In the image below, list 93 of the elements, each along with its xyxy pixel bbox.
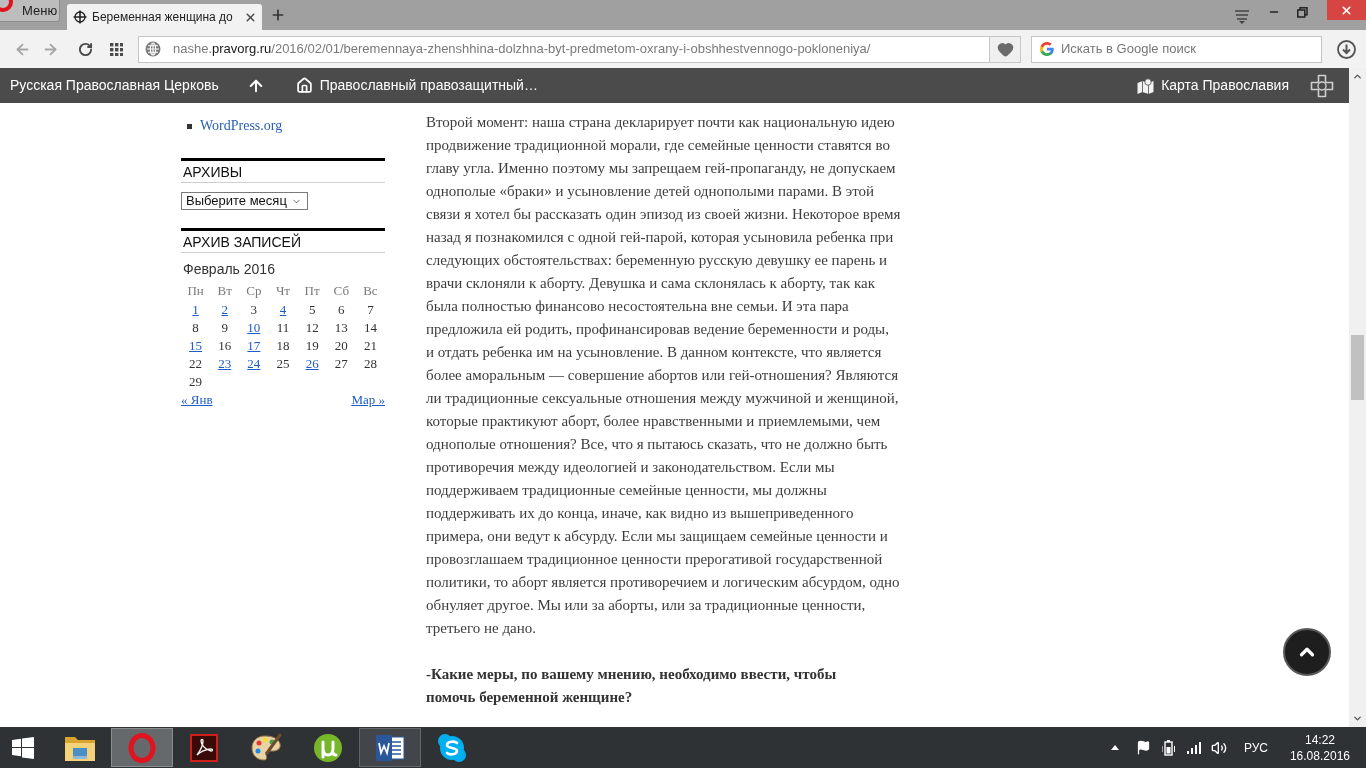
download-button[interactable] xyxy=(1336,39,1356,59)
grid-icon xyxy=(109,42,123,56)
calendar-day-link[interactable]: 24 xyxy=(247,357,261,371)
calendar-day: 18 xyxy=(276,339,290,353)
calendar-day: 3 xyxy=(250,303,258,317)
palette-icon xyxy=(250,732,282,763)
calendar-day: 29 xyxy=(189,375,203,389)
calendar-day: 7 xyxy=(367,303,374,317)
calendar-day-link[interactable]: 26 xyxy=(305,357,319,371)
taskbar-app-button[interactable] xyxy=(359,728,421,767)
calendar-day: 25 xyxy=(276,357,290,371)
weekday-label: Вт xyxy=(217,284,232,298)
menu-button[interactable]: Меню xyxy=(0,0,60,22)
calendar-day-link[interactable]: 1 xyxy=(192,303,199,317)
widget-title: АРХИВ ЗАПИСЕЙ xyxy=(183,233,301,250)
article-paragraph: Второй момент: наша страна декларирует почти как национальную идею продвижение традиционной морали, где семейные ценности ставятся во главу угла. Именно поэтому мы запрещаем гей-пропаганду, не допускаем однополые «браки» и усыновление детей однополыми парами. В этой связи я хотел бы рассказать один эпизод из своей жизни. Некоторое время назад я познакомился с одной гей-парой, которая усыновила ребенка при следующих обстоятельствах: беременную русскую девушку ее парень и врачи склоняли к аборту. Девушка и сама склонялась к аборту, так как была полностью финансово несостоятельна вне семьи. И эта пара предложила ей родить, профинансировав ведение беременности и роды, и отдать ребенка им на усыновление. В данном контексте, что является более аморальным — совершение абортов или гей-отношения? Являются ли традиционные сексуальные отношения между мужчиной и женщиной, которые практикуют аборт, более нравственными и приемлемыми, чем однополые отношения? Все, что я пытаюсь сказать, что не должно быть противоречия между идеологией и законодательством. Если мы поддерживаем традиционные семейные ценности, мы должны поддерживать их до конца, иначе, как видно из вышеприведенного примера, они ведут к абсурду. Если мы защищаем семейные ценности и провозглашаем традиционное ценности прерогативой государственной политики, то аборт является противоречием и логическим абсурдом, одно обнуляет другое. Мы или за аборты, или за традиционные ценности, третьего не дано. xyxy=(426,113,901,638)
calendar-day: 21 xyxy=(363,339,377,353)
weekday-label: Вс xyxy=(363,284,378,298)
calendar-day-link[interactable]: 10 xyxy=(247,321,261,335)
calendar-day: 20 xyxy=(334,339,348,353)
back-to-top-button[interactable] xyxy=(1283,628,1331,676)
calendar-day-link[interactable]: 4 xyxy=(279,303,287,317)
calendar-day: 11 xyxy=(276,321,290,335)
mu-logo-icon xyxy=(313,732,343,763)
weekday-label: Чт xyxy=(275,284,291,298)
clock-date[interactable]: 16.08.2016 xyxy=(1289,747,1350,764)
square-bullet-icon xyxy=(187,123,192,129)
address-field[interactable]: nashe.pravorg.ru/2016/02/01/beremennaya-zhenshhina-dolzhna-byt-predmetom-oxrany-i-obshhestvennogo-pokloneniya/ xyxy=(138,35,990,63)
window-close-button[interactable] xyxy=(1327,0,1366,20)
four-panes-icon xyxy=(12,736,34,759)
caret-up-icon xyxy=(1110,745,1119,750)
heart-icon xyxy=(996,40,1014,58)
plus-icon xyxy=(270,7,286,23)
calendar-day: 9 xyxy=(221,321,228,335)
calendar-day: 5 xyxy=(308,303,316,317)
weekday-label: Пн xyxy=(187,284,204,298)
calendar-day-link[interactable]: 15 xyxy=(189,339,203,353)
prev-month-link[interactable]: « Янв xyxy=(181,393,213,407)
ring-logo-icon xyxy=(128,732,156,763)
w-document-icon xyxy=(375,733,405,762)
calendar-day: 28 xyxy=(363,357,377,371)
next-month-link[interactable]: Мар » xyxy=(351,393,385,407)
swirl-tile-icon xyxy=(190,733,218,762)
search-field[interactable]: Искать в Google поиск xyxy=(1031,35,1322,63)
widget-title: АРХИВЫ xyxy=(183,163,243,180)
close-icon xyxy=(1340,3,1353,17)
language-indicator[interactable]: РУС xyxy=(1243,740,1268,755)
g-logo-icon xyxy=(1040,42,1054,56)
weekday-label: Пт xyxy=(304,284,320,298)
chevron-up-icon xyxy=(1352,71,1363,82)
battery-icon xyxy=(1161,739,1175,756)
calendar-day-link[interactable]: 17 xyxy=(247,339,261,353)
calendar-caption: Февраль 2016 xyxy=(183,261,275,277)
weekday-label: Сб xyxy=(333,284,349,298)
cross-outline-icon xyxy=(1310,73,1334,98)
calendar-day: 19 xyxy=(305,339,319,353)
calendar-day: 12 xyxy=(305,321,319,335)
scrollbar[interactable] xyxy=(1349,68,1366,727)
flag-icon xyxy=(1135,740,1151,755)
ring-logo-icon xyxy=(0,0,14,14)
sidebar-link[interactable]: WordPress.org xyxy=(200,117,283,135)
s-logo-icon xyxy=(437,732,467,763)
map-link[interactable]: Карта Православия xyxy=(1137,75,1289,96)
map-icon xyxy=(1137,77,1155,94)
calendar-day: 27 xyxy=(334,357,348,371)
site-name-link[interactable]: Русская Православная Церковь xyxy=(10,75,219,96)
download-icon xyxy=(1336,39,1356,59)
house-icon xyxy=(295,77,313,94)
calendar-day: 13 xyxy=(334,321,348,335)
speaker-icon xyxy=(1210,739,1227,756)
article-question: -Какие меры, по вашему мнению, необходимо ввести, чтобы помочь беременной женщине? xyxy=(426,665,837,707)
home-link[interactable]: Православный правозащитный… xyxy=(295,75,538,96)
calendar-day: 14 xyxy=(363,321,377,335)
month-select[interactable]: Выберите месяц xyxy=(181,192,308,210)
calendar-day-link[interactable]: 23 xyxy=(218,357,232,371)
cross-circle-icon xyxy=(73,10,87,24)
calendar-day: 16 xyxy=(218,339,232,353)
calendar-day: 22 xyxy=(189,357,203,371)
calendar-day: 8 xyxy=(192,321,199,335)
calendar-day: 6 xyxy=(338,303,345,317)
reload-icon xyxy=(77,41,93,57)
clock-time[interactable]: 14:22 xyxy=(1304,731,1335,748)
weekday-label: Ср xyxy=(246,284,262,298)
new-tab-button[interactable] xyxy=(270,7,286,23)
tab-menu-icon xyxy=(1234,8,1250,24)
restore-icon xyxy=(1296,6,1308,18)
bookmark-button[interactable] xyxy=(990,35,1021,63)
scrollbar-thumb[interactable] xyxy=(1351,335,1364,400)
chevron-down-icon xyxy=(1352,713,1363,724)
calendar-day-link[interactable]: 2 xyxy=(221,303,228,317)
signal-bars-icon xyxy=(1186,741,1201,754)
globe-icon xyxy=(145,41,161,57)
browser-tab[interactable]: Беременная женщина до xyxy=(67,4,262,30)
